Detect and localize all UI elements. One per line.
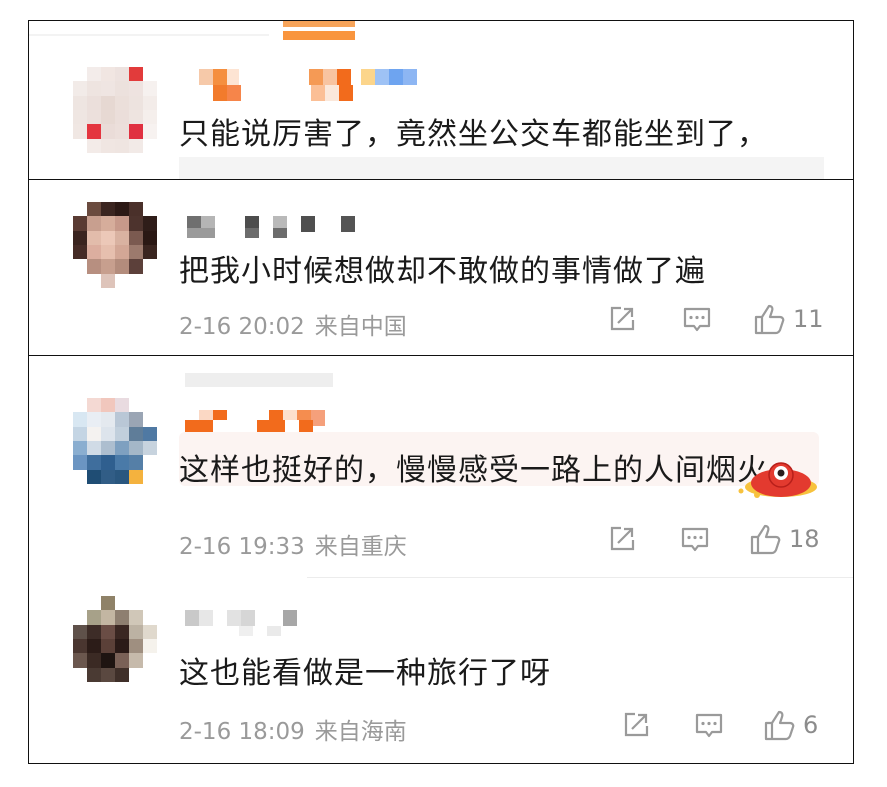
comment-time: 2-16 18:09 [179, 719, 305, 745]
comment-button[interactable] [679, 524, 711, 556]
like-count: 11 [793, 305, 824, 333]
share-icon [624, 712, 649, 737]
comment-text: 这也能看做是一种旅行了呀 [179, 656, 551, 691]
comment-card-1: 只能说厉害了，竟然坐公交车都能坐到了， [28, 20, 854, 179]
thumbs-up-icon [764, 710, 795, 741]
username-blurred-2 [187, 228, 287, 238]
comment-text: 这样也挺好的，慢慢感受一路上的人间烟火 [179, 453, 768, 488]
comment-source: 来自海南 [314, 719, 407, 745]
username-blurred-2 [213, 85, 353, 101]
avatar[interactable] [73, 202, 157, 288]
share-button[interactable] [621, 710, 651, 740]
divider [29, 34, 269, 36]
comment-text: 只能说厉害了，竟然坐公交车都能坐到了， [179, 117, 768, 152]
username-blurred-2 [239, 626, 281, 636]
share-button[interactable] [607, 524, 637, 554]
comment-text: 把我小时候想做却不敢做的事情做了遍 [179, 254, 706, 289]
like-button[interactable]: 11 [753, 302, 824, 336]
comment-time: 2-16 19:33 [179, 534, 305, 560]
avatar[interactable] [73, 398, 157, 484]
share-icon [610, 526, 635, 551]
comment-time: 2-16 20:02 [179, 314, 305, 340]
comments-section: 这样也挺好的，慢慢感受一路上的人间烟火 2-16 19:33 来自重庆 18 这也… [28, 356, 854, 764]
comment-button[interactable] [681, 304, 713, 336]
username-blurred[interactable] [185, 610, 297, 626]
comment-icon [695, 713, 723, 738]
thumbs-up-icon [750, 524, 781, 555]
like-button[interactable]: 18 [749, 522, 820, 556]
like-button[interactable]: 6 [763, 708, 818, 742]
divider [307, 577, 853, 578]
faint-bar [185, 373, 333, 387]
thumbs-up-icon [754, 304, 785, 335]
comment-button[interactable] [693, 710, 725, 742]
orange-strip-2 [283, 31, 355, 40]
username-blurred[interactable] [199, 69, 417, 85]
avatar[interactable] [73, 67, 157, 153]
faint-bg [179, 157, 824, 179]
comment-icon [681, 527, 709, 552]
share-icon [610, 306, 635, 331]
comment-source: 来自中国 [314, 314, 407, 340]
comment-meta: 2-16 18:09 来自海南 [179, 712, 407, 746]
like-count: 6 [803, 711, 819, 739]
orange-strip [283, 21, 355, 27]
share-button[interactable] [607, 304, 637, 334]
comment-card-2: 把我小时候想做却不敢做的事情做了遍 2-16 20:02 来自中国 11 [28, 179, 854, 356]
ufo-sticker-icon [738, 462, 817, 498]
comment-meta: 2-16 19:33 来自重庆 [179, 527, 407, 561]
like-count: 18 [789, 525, 820, 553]
comment-icon [683, 307, 711, 332]
avatar[interactable] [73, 596, 157, 682]
comment-meta: 2-16 20:02 来自中国 [179, 307, 407, 341]
comment-source: 来自重庆 [314, 534, 407, 560]
